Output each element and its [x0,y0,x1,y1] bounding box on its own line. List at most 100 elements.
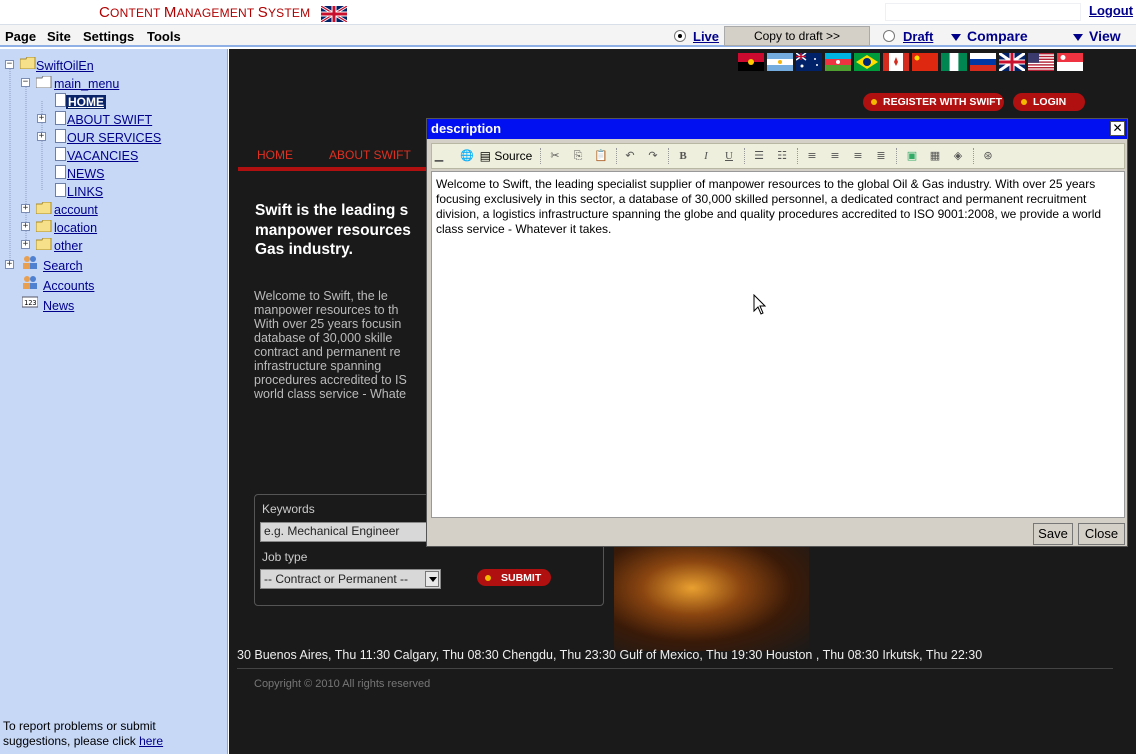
tree-folder-other[interactable]: other [54,239,83,253]
tree-folder-account[interactable]: account [54,203,98,217]
flag-canada-icon[interactable] [883,53,909,71]
tree-tool-search[interactable]: Search [43,259,83,273]
flag-uk-icon[interactable] [999,53,1025,71]
page-icon [55,165,66,179]
expand-icon[interactable]: + [37,132,46,141]
link-icon[interactable]: ⊛ [980,148,996,164]
draft-radio-icon[interactable] [883,30,895,42]
report-link[interactable]: here [139,734,163,748]
flag-usa-icon[interactable] [1028,53,1054,71]
uk-flag-icon[interactable] [321,6,347,22]
flag-azerbaijan-icon[interactable] [825,53,851,71]
collapse-icon[interactable]: − [5,60,14,69]
body-line: procedures accredited to IS [254,373,407,387]
save-button[interactable]: Save [1033,523,1073,545]
tree-page-vacancies[interactable]: VACANCIES [67,149,138,163]
site-headline: Swift is the leading s manpower resource… [255,201,430,260]
numbered-list-icon[interactable]: ☰ [751,148,767,164]
tree-tool-news[interactable]: News [43,299,74,313]
align-left-icon[interactable]: ≡ [804,148,820,164]
toolbar-separator [616,148,618,164]
justify-icon[interactable]: ≣ [873,148,889,164]
site-nav-about[interactable]: ABOUT SWIFT [329,148,411,162]
underline-icon[interactable]: U [721,148,737,164]
body-line: Welcome to Swift, the le [254,289,388,303]
paste-icon[interactable]: 📋 [593,148,609,164]
logout-link[interactable]: Logout [1089,3,1133,18]
live-radio-icon[interactable] [674,30,686,42]
people-icon [23,276,37,289]
submit-button[interactable]: SUBMIT [477,569,551,586]
description-editor[interactable]: Welcome to Swift, the leading specialist… [431,171,1125,518]
draft-link[interactable]: Draft [903,29,933,44]
flag-russia-icon[interactable] [970,53,996,71]
flag-angola-icon[interactable] [738,53,764,71]
svg-text:123: 123 [24,299,37,307]
undo-icon[interactable]: ↶ [622,148,638,164]
tree-page-home[interactable]: HOME [66,95,106,109]
copyright-text: Copyright © 2010 All rights reserved [254,678,431,690]
site-nav-home[interactable]: HOME [257,148,293,162]
tree-page-links[interactable]: LINKS [67,185,103,199]
align-right-icon[interactable]: ≡ [850,148,866,164]
flag-china-icon[interactable] [912,53,938,71]
preview-icon[interactable]: 🌐 [458,148,476,164]
tree-root[interactable]: SwiftOilEn [36,59,94,73]
table-icon[interactable]: ▦ [927,148,943,164]
source-icon: ▤ [479,149,491,163]
copy-icon[interactable]: ⎘ [570,148,586,164]
user-box [885,3,1081,21]
tree-main-menu[interactable]: main_menu [54,77,119,91]
flag-australia-icon[interactable] [796,53,822,71]
view-menu[interactable]: View [1073,28,1121,44]
cut-icon[interactable]: ✂ [547,148,563,164]
app-header: CONTENT MANAGEMENT SYSTEM Logout [0,0,1136,25]
flag-argentina-icon[interactable] [767,53,793,71]
italic-icon[interactable]: I [698,148,714,164]
menu-settings[interactable]: Settings [83,29,134,44]
tree-page-news[interactable]: NEWS [67,167,105,181]
job-type-select[interactable]: -- Contract or Permanent -- [260,569,441,589]
toolbar-separator [540,148,542,164]
tree-page-our-services[interactable]: OUR SERVICES [67,131,161,145]
description-dialog: description ✕ ▁ 🌐 ▤ Source ✂ ⎘ 📋 ↶ ↷ B I … [426,118,1128,547]
login-button[interactable]: LOGIN [1013,93,1085,111]
bold-icon[interactable]: B [675,148,691,164]
expand-icon[interactable]: + [21,222,30,231]
toolbar-collapse-icon[interactable]: ▁ [434,148,444,164]
menu-site[interactable]: Site [47,29,71,44]
image-icon[interactable]: ▣ [904,148,920,164]
tree-folder-location[interactable]: location [54,221,97,235]
sidebar-tree: − SwiftOilEn − main_menu HOME + ABOUT SW… [0,49,228,754]
register-button[interactable]: REGISTER WITH SWIFT [863,93,1004,111]
folder-icon [20,57,36,69]
dialog-title: description [431,121,502,136]
dialog-title-bar[interactable]: description ✕ [427,119,1127,139]
source-button[interactable]: ▤ Source [478,148,534,164]
flag-singapore-icon[interactable] [1057,53,1083,71]
bulleted-list-icon[interactable]: ☷ [774,148,790,164]
copy-to-draft-button[interactable]: Copy to draft >> [724,26,870,46]
close-button[interactable]: Close [1078,523,1125,545]
expand-icon[interactable]: + [5,260,14,269]
expand-icon[interactable]: + [21,204,30,213]
menu-page[interactable]: Page [5,29,36,44]
flag-brazil-icon[interactable] [854,53,880,71]
expand-icon[interactable]: + [21,240,30,249]
close-icon[interactable]: ✕ [1110,121,1125,136]
compare-label: Compare [967,28,1028,44]
tree-page-about-swift[interactable]: ABOUT SWIFT [67,113,152,127]
compare-menu[interactable]: Compare [951,28,1028,44]
align-center-icon[interactable]: ≡ [827,148,843,164]
widget-icon[interactable]: ◈ [950,148,966,164]
expand-icon[interactable]: + [37,114,46,123]
headline-line: manpower resources [255,221,411,239]
collapse-icon[interactable]: − [21,78,30,87]
tree-tool-accounts[interactable]: Accounts [43,279,94,293]
menu-tools[interactable]: Tools [147,29,181,44]
page-icon [55,93,66,107]
redo-icon[interactable]: ↷ [645,148,661,164]
flag-nigeria-icon[interactable] [941,53,967,71]
live-link[interactable]: Live [693,29,719,44]
body-line: infrastructure spanning [254,359,382,373]
